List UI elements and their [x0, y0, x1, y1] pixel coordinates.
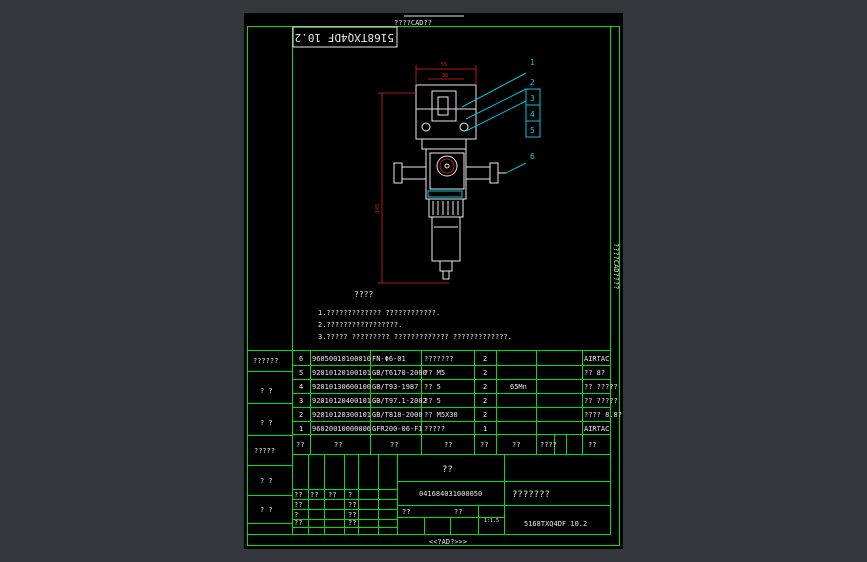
outer-frame — [247, 26, 620, 546]
bom-no: 4 — [299, 383, 303, 391]
bom-name: ??????? — [424, 355, 454, 363]
filter-regulator-drawing — [393, 84, 506, 280]
bom-name: ?? M5 — [424, 369, 445, 377]
cad-drawing: ????CAD?? <<?AD?>>> ????CAD???? 5168TXQ4… — [247, 15, 622, 546]
tb-small: ?? — [294, 519, 302, 527]
company-name: ??????? — [512, 490, 550, 500]
bom-code: 96050010100010 — [312, 355, 371, 363]
balloon-4: 4 — [530, 110, 535, 119]
drawing-number: 041684031000050 — [419, 490, 482, 498]
bom-header: ?? — [334, 441, 342, 449]
side-cell: ? ? — [260, 419, 273, 427]
bom-code: 92010130600100 — [312, 383, 371, 391]
bom-header: ???? — [540, 441, 557, 449]
bom-std: GB/T93-1987 — [372, 383, 418, 391]
balloon-2: 2 — [530, 78, 535, 87]
top-label: ????CAD?? — [394, 19, 432, 27]
balloon-1: 1 — [530, 58, 535, 67]
scale: 1:1.5 — [484, 518, 499, 524]
side-cell: ? ? — [260, 387, 273, 395]
bom-header: ?? — [444, 441, 452, 449]
bottom-label: <<?AD?>>> — [429, 538, 467, 546]
note-3: 3.????? ????????? ????????????? ????????… — [318, 333, 512, 341]
bom-header: ?? — [390, 441, 398, 449]
tb-small: ?? — [348, 501, 356, 509]
tb-small: ?? — [328, 491, 336, 499]
bom-name: ?? 5 — [424, 397, 441, 405]
bom-note: AIRTAC — [584, 425, 609, 433]
tb-small: ?? — [294, 491, 302, 499]
side-strip: ?????? ? ? ? ? ????? ? ? ? ? — [247, 350, 293, 535]
side-cell: ? ? — [260, 477, 273, 485]
balloon-6: 6 — [530, 152, 535, 161]
notes-title: ???? — [354, 290, 373, 299]
drawing-sheet: ????CAD?? <<?AD?>>> ????CAD???? 5168TXQ4… — [244, 13, 623, 549]
dim-55: 55 — [441, 62, 447, 68]
bom-name: ?? 5 — [424, 383, 441, 391]
bom-name: ????? — [424, 425, 445, 433]
side-cell: ?????? — [253, 357, 278, 365]
tb-small: ?? — [348, 519, 356, 527]
dim-38: 38 — [442, 73, 448, 79]
bom-std: GB/T6170-2000 — [372, 369, 427, 377]
bom-no: 6 — [299, 355, 303, 363]
bom-qty: 2 — [483, 355, 487, 363]
balloon-3: 3 — [530, 94, 535, 103]
part-balloons: 1 2 3 4 5 6 — [461, 58, 541, 174]
bom-qty: 2 — [483, 397, 487, 405]
bom-code: 92010120400101 — [312, 397, 371, 405]
bom-name: ?? M5X30 — [424, 411, 458, 419]
bom-header: ?? — [296, 441, 304, 449]
stamp-code: 5168TXQ4DF 10.2 — [295, 31, 394, 44]
bom-code: 96020010000006 — [312, 425, 371, 433]
bom-qty: 1 — [483, 425, 487, 433]
tb-small: ? — [294, 511, 298, 519]
title-block: ?? 041684031000050 ??????? 5168TXQ4DF 10… — [292, 454, 611, 535]
dim-vertical: 145 — [375, 204, 381, 213]
bom-std: GB/T818-2000 — [372, 411, 423, 419]
tb-small: ?? — [348, 511, 356, 519]
bom-qty: 2 — [483, 411, 487, 419]
bom-header: ?? — [588, 441, 596, 449]
bom-no: 2 — [299, 411, 303, 419]
title-code: 5168TXQ4DF 10.2 — [524, 520, 587, 528]
title-name: ?? — [442, 465, 453, 475]
note-1: 1.????????????? ????????????. — [318, 309, 440, 317]
bom-std: GB/T97.1-2002 — [372, 397, 427, 405]
bom-note: ?? 8? — [584, 369, 605, 377]
tb-small: ?? — [402, 508, 410, 516]
bom-note: AIRTAC — [584, 355, 609, 363]
bom-qty: 2 — [483, 383, 487, 391]
bom-no: 5 — [299, 369, 303, 377]
bom-code: 92010120100101 — [312, 369, 371, 377]
bom-header: ?? — [480, 441, 488, 449]
bom-note: ?? ????? — [584, 383, 618, 391]
tb-small: ? — [348, 491, 352, 499]
bom-std: FN-Φ6-01 — [372, 355, 406, 363]
side-cell: ????? — [254, 447, 275, 455]
inner-frame — [292, 26, 611, 535]
note-2: 2.?????????????????. — [318, 321, 402, 329]
bom-qty: 2 — [483, 369, 487, 377]
bom-code: 92010120300101 — [312, 411, 371, 419]
tb-small: ?? — [310, 491, 318, 499]
bom-mat: 65Mn — [510, 383, 527, 391]
bom-no: 1 — [299, 425, 303, 433]
tb-small: ?? — [454, 508, 462, 516]
balloon-5: 5 — [530, 126, 535, 135]
bom-note: ?? ????? — [584, 397, 618, 405]
bom-std: GFR200-06-F1 — [372, 425, 423, 433]
bom-no: 3 — [299, 397, 303, 405]
tb-small: ?? — [294, 501, 302, 509]
right-label: ????CAD???? — [612, 243, 620, 289]
bom-header: ?? — [512, 441, 520, 449]
bom-note: ???? 8.8? — [584, 411, 622, 419]
side-cell: ? ? — [260, 506, 273, 514]
